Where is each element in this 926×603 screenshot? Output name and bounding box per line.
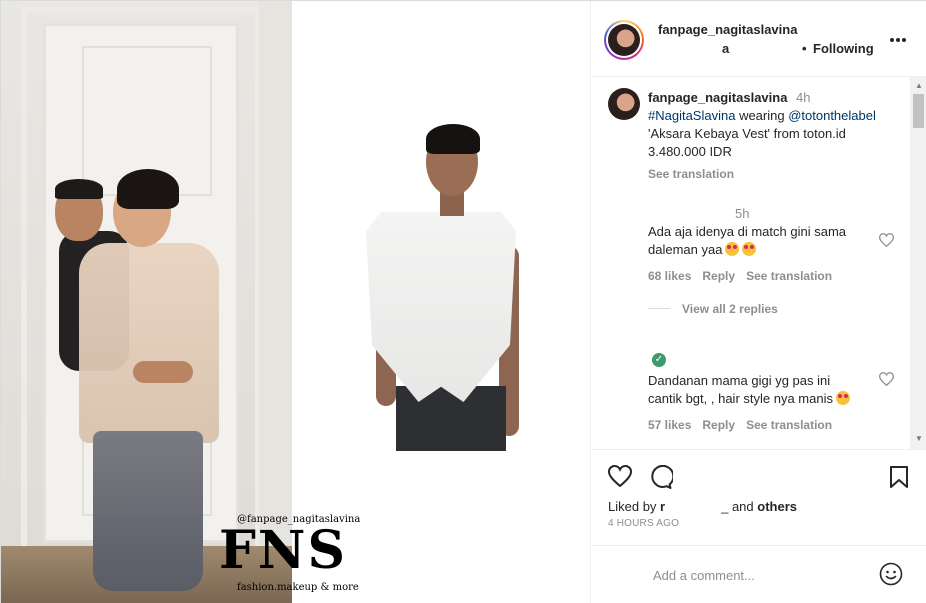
wall — [259, 1, 292, 603]
caption-username[interactable]: fanpage_nagitaslavina — [648, 90, 787, 105]
reply-button[interactable]: Reply — [702, 418, 735, 432]
post-modal: @fanpage_nagitaslavina FNS fashion.makeu… — [0, 0, 926, 603]
author-subtitle: a — [722, 41, 730, 56]
comment-likes[interactable]: 57 likes — [648, 418, 691, 432]
comment-avatar[interactable] — [608, 205, 640, 237]
see-translation-button[interactable]: See translation — [746, 269, 832, 283]
liked-by-and: and — [728, 499, 758, 514]
like-comment-icon[interactable] — [878, 372, 895, 389]
following-button[interactable]: Following — [813, 41, 874, 56]
post-timestamp[interactable]: 4 HOURS AGO — [608, 518, 679, 529]
more-icon — [890, 38, 906, 42]
scroll-down-arrow-icon[interactable]: ▼ — [915, 434, 923, 443]
caption-line-1: #NagitaSlavina wearing @totonthelabel — [648, 107, 876, 125]
hashtag-link[interactable]: #NagitaSlavina — [648, 108, 735, 123]
avatar[interactable] — [604, 20, 644, 60]
heart-eyes-emoji — [725, 242, 740, 256]
man-hair — [55, 179, 103, 199]
watermark-tagline: fashion.makeup & more — [237, 582, 359, 593]
post-header: fanpage_nagitaslavina a • Following — [591, 1, 926, 77]
separator-dot: • — [802, 41, 807, 56]
liked-by-others[interactable]: others — [757, 499, 797, 514]
comments-list[interactable]: fanpage_nagitaslavina 4h #NagitaSlavina … — [591, 77, 926, 449]
liked-by-text: Liked by r _ and others — [608, 499, 797, 514]
scroll-up-arrow-icon[interactable]: ▲ — [915, 81, 923, 90]
comment-meta: 57 likes Reply See translation — [648, 418, 843, 432]
avatar-image — [608, 24, 640, 56]
photo-model — [356, 116, 536, 451]
smiley-icon — [879, 562, 903, 586]
save-button[interactable] — [889, 466, 909, 493]
comment-button[interactable] — [649, 464, 675, 494]
caption-time: 4h — [796, 90, 811, 105]
comment-text-line2: cantik bgt, , hair style nya manis — [648, 391, 833, 406]
post-media[interactable]: @fanpage_nagitaslavina FNS fashion.makeu… — [1, 1, 590, 603]
mention-link[interactable]: @totonthelabel — [788, 108, 876, 123]
caption-text: wearing — [735, 108, 789, 123]
comment-text: Dandanan mama gigi yg pas ini — [648, 373, 831, 388]
heart-eyes-emoji — [742, 242, 757, 256]
heart-eyes-emoji — [835, 391, 850, 405]
replies-divider — [648, 308, 670, 309]
comment-text-line2: daleman yaa — [648, 242, 723, 257]
liked-by-user[interactable]: r — [660, 499, 665, 514]
comment-text-2: cantik bgt, , hair style nya manis — [648, 390, 850, 408]
author-username[interactable]: fanpage_nagitaslavina — [658, 22, 797, 37]
comment-text: Ada aja idenya di match gini sama — [648, 224, 847, 239]
caption-line-3: 3.480.000 IDR — [648, 144, 732, 159]
woman-kebaya — [79, 243, 219, 443]
photo-couple — [1, 1, 292, 603]
emoji-picker-button[interactable] — [879, 562, 903, 586]
liked-by-prefix: Liked by — [608, 499, 661, 514]
watermark-logo: FNS — [219, 520, 348, 581]
more-options-icon[interactable] — [889, 27, 907, 48]
like-comment-icon[interactable] — [878, 233, 895, 250]
caption-avatar[interactable] — [608, 88, 640, 120]
comment-avatar[interactable] — [608, 339, 640, 371]
man-arm — [133, 361, 193, 383]
woman-hair — [117, 169, 179, 209]
caption-line-2: 'Aksara Kebaya Vest' from toton.id — [648, 126, 846, 141]
comment-icon — [651, 464, 675, 489]
heart-outline-icon — [878, 372, 895, 387]
view-replies-button[interactable]: View all 2 replies — [682, 302, 778, 316]
add-comment-input[interactable] — [653, 566, 863, 584]
reply-button[interactable]: Reply — [702, 269, 735, 283]
comment-time: 5h — [735, 206, 750, 221]
scroll-thumb[interactable] — [913, 94, 924, 128]
model-hair — [426, 124, 480, 154]
post-side-panel: fanpage_nagitaslavina a • Following fanp… — [590, 1, 926, 603]
comments-scrollbar[interactable]: ▲ ▼ — [910, 77, 926, 449]
comment-meta: 68 likes Reply See translation — [648, 269, 843, 283]
woman-skirt — [93, 431, 203, 591]
verified-badge-icon: ✓ — [652, 353, 666, 367]
bookmark-icon — [890, 466, 908, 488]
comment-text-2: daleman yaa — [648, 241, 757, 259]
caption-see-translation[interactable]: See translation — [648, 167, 734, 181]
see-translation-button[interactable]: See translation — [746, 418, 832, 432]
model-skirt — [396, 386, 506, 451]
heart-icon — [607, 464, 633, 488]
comment-box — [591, 545, 926, 603]
like-button[interactable] — [607, 464, 633, 492]
post-actions: Liked by r _ and others 4 HOURS AGO — [591, 449, 926, 545]
avatar-inner — [606, 22, 642, 58]
heart-outline-icon — [878, 233, 895, 248]
comment-likes[interactable]: 68 likes — [648, 269, 691, 283]
